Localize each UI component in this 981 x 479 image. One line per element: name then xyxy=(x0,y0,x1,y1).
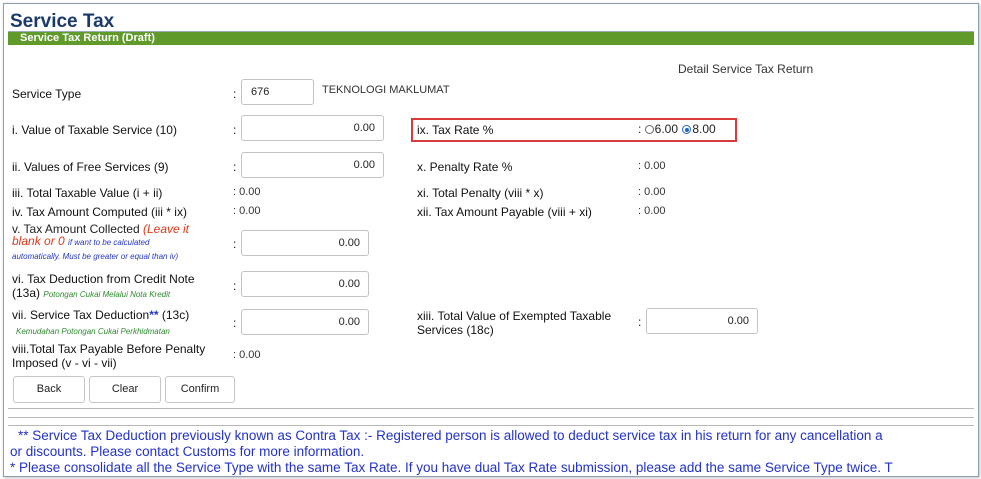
before-penalty-label: viii.Total Tax Payable Before Penalty xyxy=(12,342,206,356)
free-services-label: ii. Values of Free Services (9) xyxy=(12,160,169,174)
service-type-label: Service Type xyxy=(12,87,82,101)
page-title: Service Tax xyxy=(10,11,115,32)
tax-rate-8-label: 8.00 xyxy=(692,122,716,136)
section-header: Service Tax Return (Draft) xyxy=(8,32,974,45)
confirm-button[interactable]: Confirm xyxy=(165,376,235,403)
taxable-service-label: i. Value of Taxable Service (10) xyxy=(12,123,177,137)
divider xyxy=(8,417,974,418)
exempted-label: xiii. Total Value of Exempted Taxable xyxy=(417,309,612,323)
colon: : xyxy=(233,279,237,293)
tax-rate-8-radio[interactable] xyxy=(682,125,692,134)
credit-note-label-2: (13a) xyxy=(12,286,41,300)
tax-collected-hint-4: automatically. Must be greater or equal … xyxy=(12,252,179,261)
exempted-label-2: Services (18c) xyxy=(417,323,494,337)
tax-collected-input[interactable]: 0.00 xyxy=(241,230,369,256)
amount-payable-label: xii. Tax Amount Payable (viii + xi) xyxy=(417,205,592,219)
divider xyxy=(8,425,974,426)
total-penalty-label: xi. Total Penalty (viii * x) xyxy=(417,186,544,200)
contra-tax-note: ** Service Tax Deduction previously know… xyxy=(18,428,883,443)
colon: : xyxy=(233,160,237,174)
tax-collected-hint-2: blank or 0 xyxy=(12,234,65,248)
service-deduction-input[interactable]: 0.00 xyxy=(241,309,369,335)
clear-button[interactable]: Clear xyxy=(89,376,161,403)
before-penalty-label-block: viii.Total Tax Payable Before Penalty Im… xyxy=(12,342,205,370)
penalty-rate-value: : 0.00 xyxy=(638,160,666,172)
tax-collected-hint: (Leave it xyxy=(142,222,189,236)
taxable-service-input[interactable]: 0.00 xyxy=(241,115,384,141)
tax-rate-label: ix. Tax Rate % xyxy=(417,123,494,137)
colon: : xyxy=(638,315,642,329)
before-penalty-label-2: Imposed (v - vi - vii) xyxy=(12,356,117,370)
service-type-code-field[interactable]: 676 xyxy=(241,79,314,105)
penalty-rate-label: x. Penalty Rate % xyxy=(417,160,513,174)
colon: : xyxy=(233,123,237,137)
service-tax-window: Service Tax Service Tax Return (Draft) D… xyxy=(3,3,979,477)
tax-rate-6-radio[interactable] xyxy=(644,125,654,134)
detail-return-label: Detail Service Tax Return xyxy=(678,62,814,76)
tax-rate-6-label: 6.00 xyxy=(654,122,679,136)
credit-note-input[interactable]: 0.00 xyxy=(241,271,369,297)
colon: : xyxy=(233,237,237,251)
credit-note-label-block: vi. Tax Deduction from Credit Note (13a)… xyxy=(12,272,195,302)
service-deduction-label-block: vii. Service Tax Deduction** (13c) Kemud… xyxy=(12,308,189,339)
service-deduction-stars: ** xyxy=(149,308,159,322)
colon: : xyxy=(233,316,237,330)
tax-collected-hint-3: if want to be calculated xyxy=(68,238,150,247)
total-penalty-value: : 0.00 xyxy=(638,186,666,198)
tax-computed-label: iv. Tax Amount Computed (iii * ix) xyxy=(12,205,187,219)
tax-collected-label-block: v. Tax Amount Collected (Leave it blank … xyxy=(12,223,237,263)
exempted-input[interactable]: 0.00 xyxy=(646,308,758,334)
credit-note-sub: Potongan Cukai Melalui Nota Kredit xyxy=(43,290,171,299)
service-deduction-label: vii. Service Tax Deduction xyxy=(12,308,150,322)
back-button[interactable]: Back xyxy=(13,376,85,403)
credit-note-label: vi. Tax Deduction from Credit Note xyxy=(12,272,195,286)
before-penalty-value: : 0.00 xyxy=(233,349,261,361)
exempted-label-block: xiii. Total Value of Exempted Taxable Se… xyxy=(417,309,611,337)
amount-payable-value: : 0.00 xyxy=(638,205,666,217)
total-taxable-value: : 0.00 xyxy=(233,186,261,198)
total-taxable-label: iii. Total Taxable Value (i + ii) xyxy=(12,186,163,200)
service-type-name: TEKNOLOGI MAKLUMAT xyxy=(322,84,450,96)
contra-tax-note-cont: or discounts. Please contact Customs for… xyxy=(10,444,365,459)
colon: : xyxy=(233,87,237,101)
service-deduction-sub: Kemudahan Potongan Cukai Perkhidmatan xyxy=(16,327,170,336)
divider xyxy=(8,408,974,409)
free-services-input[interactable]: 0.00 xyxy=(241,152,384,178)
consolidate-note: * Please consolidate all the Service Typ… xyxy=(10,460,893,475)
tax-rate-options: : 6.00 8.00 xyxy=(638,122,716,136)
service-deduction-suffix: (13c) xyxy=(161,308,190,322)
tax-computed-value: : 0.00 xyxy=(233,205,261,217)
